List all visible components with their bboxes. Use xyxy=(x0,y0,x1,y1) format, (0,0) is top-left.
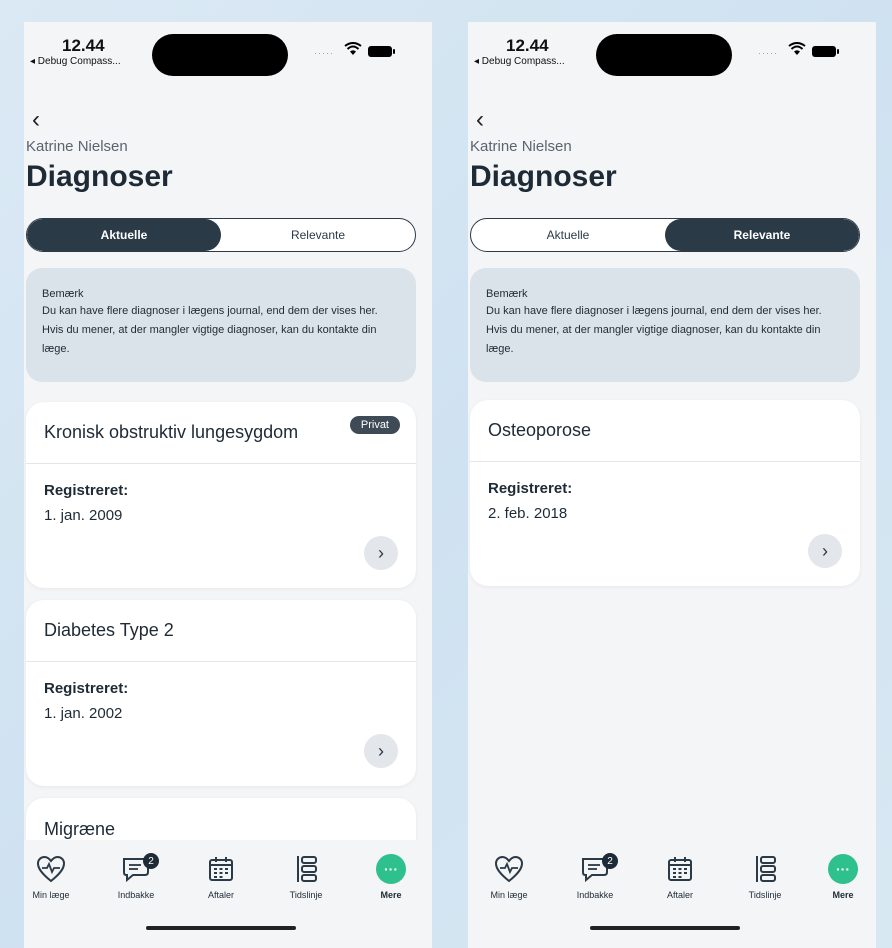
wifi-icon xyxy=(788,42,806,55)
tab-label: Tidslinje xyxy=(748,890,782,900)
dynamic-island xyxy=(152,34,288,76)
segmented-control: Aktuelle Relevante xyxy=(26,218,416,252)
timeline-icon xyxy=(293,852,319,886)
wifi-icon xyxy=(344,42,362,55)
note-box: Bemærk Du kan have flere diagnoser i læg… xyxy=(26,268,416,382)
tab-indbakke[interactable]: 2 Indbakke xyxy=(101,852,171,900)
back-button[interactable]: ‹ xyxy=(32,108,40,132)
unread-count-badge: 2 xyxy=(602,853,618,869)
status-time: 12.44 xyxy=(62,36,105,55)
page-title: Diagnoser xyxy=(26,160,173,193)
card-body: Registreret: 1. jan. 2002 › xyxy=(26,662,416,786)
diagnosis-card[interactable]: Kronisk obstruktiv lungesygdom Privat Re… xyxy=(26,402,416,588)
card-header: Osteoporose xyxy=(470,400,860,462)
diagnosis-title: Migræne xyxy=(44,818,116,839)
chevron-right-icon[interactable]: › xyxy=(364,536,398,570)
battery-icon xyxy=(812,46,839,57)
note-body: Du kan have flere diagnoser i lægens jou… xyxy=(42,305,378,355)
tab-aftaler[interactable]: Aftaler xyxy=(186,852,256,900)
chat-icon: 2 xyxy=(121,852,159,886)
note-title: Bemærk xyxy=(486,288,528,300)
segmented-control: Aktuelle Relevante xyxy=(470,218,860,252)
back-to-app-link[interactable]: ◂ Debug Compass... xyxy=(30,56,121,67)
tab-label: Indbakke xyxy=(576,890,614,900)
tab-relevante[interactable]: Relevante xyxy=(665,219,859,251)
status-bar: 12.44 ◂ Debug Compass... ····· xyxy=(24,22,432,82)
note-title: Bemærk xyxy=(42,288,84,300)
registered-date: 2. feb. 2018 xyxy=(488,505,568,522)
battery-icon xyxy=(368,46,395,57)
tab-label: Mere xyxy=(832,890,854,900)
calendar-icon xyxy=(666,852,694,886)
status-bar: 12.44 ◂ Debug Compass... ····· xyxy=(468,22,876,82)
note-box: Bemærk Du kan have flere diagnoser i læg… xyxy=(470,268,860,382)
registered-label: Registreret: xyxy=(44,680,129,697)
tab-label: Min læge xyxy=(32,890,70,900)
tab-tidslinje[interactable]: Tidslinje xyxy=(271,852,341,900)
diagnosis-title: Kronisk obstruktiv lungesygdom xyxy=(44,422,299,442)
back-button[interactable]: ‹ xyxy=(476,108,484,132)
calendar-icon xyxy=(207,852,235,886)
tab-min-laege[interactable]: Min læge xyxy=(24,852,86,900)
unread-count-badge: 2 xyxy=(143,853,159,869)
diagnosis-title: Diabetes Type 2 xyxy=(44,620,174,640)
chevron-right-icon[interactable]: › xyxy=(808,534,842,568)
tab-label: Mere xyxy=(380,890,402,900)
tab-label: Min læge xyxy=(490,890,528,900)
tab-label: Indbakke xyxy=(117,890,155,900)
diagnosis-title: Osteoporose xyxy=(488,420,592,440)
person-name: Katrine Nielsen xyxy=(26,138,128,155)
home-indicator xyxy=(146,926,296,930)
chevron-right-icon[interactable]: › xyxy=(364,734,398,768)
private-badge: Privat xyxy=(349,416,400,434)
tab-label: Aftaler xyxy=(207,890,234,900)
more-icon: ··· xyxy=(376,854,406,884)
tab-indbakke[interactable]: 2 Indbakke xyxy=(560,852,630,900)
tab-bar: Min læge 2 Indbakke Aftaler Tidslinje ··… xyxy=(24,840,432,948)
tab-label: Tidslinje xyxy=(289,890,323,900)
timeline-icon xyxy=(752,852,778,886)
note-body: Du kan have flere diagnoser i lægens jou… xyxy=(486,305,822,355)
card-header: Kronisk obstruktiv lungesygdom Privat xyxy=(26,402,416,464)
registered-date: 1. jan. 2009 xyxy=(44,507,123,524)
status-time: 12.44 xyxy=(506,36,549,55)
signal-icon: ····· xyxy=(314,48,334,58)
registered-label: Registreret: xyxy=(44,482,129,499)
tab-aktuelle[interactable]: Aktuelle xyxy=(471,219,665,251)
diagnosis-card[interactable]: Osteoporose Registreret: 2. feb. 2018 › xyxy=(470,400,860,586)
more-icon: ··· xyxy=(828,854,858,884)
tab-aftaler[interactable]: Aftaler xyxy=(645,852,715,900)
registered-label: Registreret: xyxy=(488,480,573,497)
tab-label: Aftaler xyxy=(666,890,693,900)
registered-date: 1. jan. 2002 xyxy=(44,705,123,722)
tab-min-laege[interactable]: Min læge xyxy=(474,852,544,900)
heart-icon xyxy=(36,852,66,886)
chat-icon: 2 xyxy=(580,852,618,886)
person-name: Katrine Nielsen xyxy=(470,138,572,155)
phone-screen-relevante: 12.44 ◂ Debug Compass... ····· ‹ Katrine… xyxy=(468,22,876,948)
diagnosis-card[interactable]: Diabetes Type 2 Registreret: 1. jan. 200… xyxy=(26,600,416,786)
signal-icon: ····· xyxy=(758,48,778,58)
tab-relevante[interactable]: Relevante xyxy=(221,219,415,251)
tab-tidslinje[interactable]: Tidslinje xyxy=(730,852,800,900)
tab-bar: Min læge 2 Indbakke Aftaler Tidslinje ··… xyxy=(468,840,876,948)
tab-mere[interactable]: ··· Mere xyxy=(356,852,426,900)
card-body: Registreret: 1. jan. 2009 › xyxy=(26,464,416,588)
dynamic-island xyxy=(596,34,732,76)
home-indicator xyxy=(590,926,740,930)
phone-screen-aktuelle: 12.44 ◂ Debug Compass... ····· ‹ Katrine… xyxy=(24,22,432,948)
tab-aktuelle[interactable]: Aktuelle xyxy=(27,219,221,251)
heart-icon xyxy=(494,852,524,886)
card-header: Diabetes Type 2 xyxy=(26,600,416,662)
card-body: Registreret: 2. feb. 2018 › xyxy=(470,462,860,586)
page-title: Diagnoser xyxy=(470,160,617,193)
tab-mere[interactable]: ··· Mere xyxy=(808,852,876,900)
back-to-app-link[interactable]: ◂ Debug Compass... xyxy=(474,56,565,67)
